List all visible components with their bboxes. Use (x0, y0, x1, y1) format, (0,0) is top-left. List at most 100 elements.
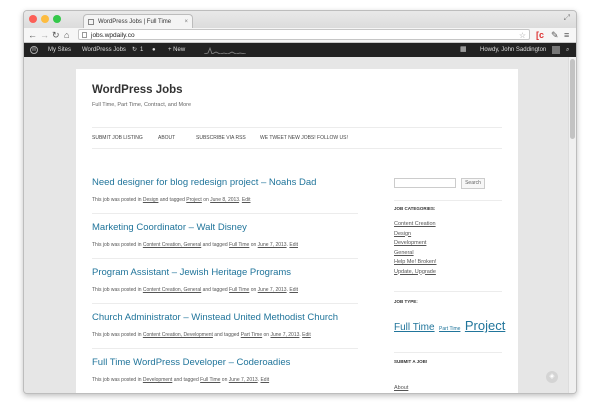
comments-icon[interactable]: ● (152, 43, 156, 57)
tab-strip: WordPress Jobs | Full Time × ⤢ (24, 11, 576, 28)
site-tagline: Full Time, Part Time, Contract, and More (92, 102, 192, 108)
job-meta: This job was posted in Content Creation,… (92, 332, 311, 338)
edit-link[interactable]: Edit (260, 377, 269, 383)
job-post: Full Time WordPress Developer – Coderoad… (92, 357, 358, 383)
bookmark-star-icon[interactable]: ☆ (519, 30, 526, 41)
category-link[interactable]: Content Creation, Development (143, 332, 213, 338)
updates-icon[interactable]: ↻ (132, 43, 137, 57)
search-icon[interactable]: ⌕ (566, 43, 569, 57)
category-link[interactable]: Development (394, 240, 426, 246)
date-link[interactable]: June 7, 2013 (258, 242, 287, 248)
job-title-link[interactable]: Need designer for blog redesign project … (92, 177, 358, 188)
browser-tab[interactable]: WordPress Jobs | Full Time × (83, 14, 193, 28)
about-link-wrapper: About (394, 385, 408, 391)
category-link[interactable]: Help Me! Broken! (394, 259, 437, 265)
address-bar[interactable]: jobs.wpdaily.co ☆ (78, 29, 530, 40)
category-link[interactable]: Update, Upgrade (394, 269, 436, 275)
zoom-window-button[interactable] (53, 15, 61, 23)
post-divider (92, 303, 358, 304)
home-icon[interactable]: ⌂ (64, 29, 69, 41)
post-divider (92, 348, 358, 349)
job-post: Program Assistant – Jewish Heritage Prog… (92, 267, 358, 293)
forward-icon[interactable]: → (40, 29, 49, 41)
nav-about[interactable]: ABOUT (158, 128, 175, 148)
edit-post-fab-icon[interactable]: ◈ (546, 371, 558, 383)
about-link[interactable]: About (394, 385, 408, 391)
job-title-link[interactable]: Church Administrator – Winstead United M… (92, 312, 358, 323)
extension-icon[interactable]: [c (536, 29, 544, 41)
stats-sparkline-icon[interactable] (204, 46, 246, 54)
job-meta: This job was posted in Content Creation,… (92, 242, 298, 248)
category-link[interactable]: General (394, 250, 414, 256)
menu-icon[interactable]: ≡ (564, 29, 569, 41)
site-container: WordPress Jobs Full Time, Part Time, Con… (76, 69, 518, 393)
date-link[interactable]: June 7, 2013 (258, 287, 287, 293)
screen-icon[interactable]: ▦ (460, 43, 467, 57)
tab-title: WordPress Jobs | Full Time (98, 19, 172, 25)
job-categories-title: JOB CATEGORIES: (394, 206, 436, 211)
page-icon (82, 32, 87, 38)
tag-link[interactable]: Part Time (439, 326, 460, 332)
tag-link[interactable]: Project (186, 197, 202, 203)
nav-submit-job-listing[interactable]: SUBMIT JOB LISTING (92, 128, 143, 148)
back-icon[interactable]: ← (28, 29, 37, 41)
search-input[interactable] (394, 178, 456, 188)
edit-link[interactable]: Edit (302, 332, 311, 338)
close-window-button[interactable] (29, 15, 37, 23)
browser-window: WordPress Jobs | Full Time × ⤢ ← → ↻ ⌂ j… (23, 10, 577, 394)
nav-follow-us[interactable]: WE TWEET NEW JOBS! FOLLOW US! (260, 128, 348, 148)
site-title[interactable]: WordPress Jobs (92, 84, 183, 96)
tab-close-icon[interactable]: × (184, 15, 188, 28)
date-link[interactable]: June 7, 2013 (229, 377, 258, 383)
edit-link[interactable]: Edit (289, 242, 298, 248)
fullscreen-icon[interactable]: ⤢ (564, 13, 570, 23)
job-meta: This job was posted in Content Creation,… (92, 287, 298, 293)
job-meta: This job was posted in Development and t… (92, 377, 270, 383)
job-title-link[interactable]: Marketing Coordinator – Walt Disney (92, 222, 358, 233)
tag-link[interactable]: Full Time (394, 322, 435, 333)
tag-link[interactable]: Full Time (200, 377, 220, 383)
wordpress-logo-icon[interactable]: W (30, 46, 38, 54)
job-type-title: JOB TYPE: (394, 299, 418, 304)
search-button[interactable]: Search (461, 178, 485, 189)
widget-divider (394, 291, 502, 292)
reload-icon[interactable]: ↻ (52, 29, 60, 41)
category-link[interactable]: Content Creation, General (143, 287, 201, 293)
job-title-link[interactable]: Full Time WordPress Developer – Coderoad… (92, 357, 358, 368)
category-link[interactable]: Content Creation (394, 221, 436, 227)
howdy-account-link[interactable]: Howdy, John Saddington (480, 43, 546, 57)
tag-link[interactable]: Full Time (229, 287, 249, 293)
category-link[interactable]: Design (394, 231, 411, 237)
avatar[interactable] (552, 46, 560, 54)
job-title-link[interactable]: Program Assistant – Jewish Heritage Prog… (92, 267, 358, 278)
wp-admin-bar: W My Sites WordPress Jobs ↻ 1 ● + New ▦ … (24, 43, 576, 57)
edit-link[interactable]: Edit (289, 287, 298, 293)
updates-count[interactable]: 1 (140, 43, 143, 57)
address-row: ← → ↻ ⌂ jobs.wpdaily.co ☆ [c ✎ ≡ (24, 28, 576, 43)
widget-divider (394, 200, 502, 201)
tag-link[interactable]: Part Time (241, 332, 262, 338)
nav-subscribe-rss[interactable]: SUBSCRIBE VIA RSS (196, 128, 246, 148)
category-link[interactable]: Development (143, 377, 172, 383)
category-link[interactable]: Content Creation, General (143, 242, 201, 248)
tag-link[interactable]: Full Time (229, 242, 249, 248)
date-link[interactable]: June 7, 2013 (270, 332, 299, 338)
date-link[interactable]: June 8, 2013 (210, 197, 239, 203)
edit-link[interactable]: Edit (242, 197, 251, 203)
minimize-window-button[interactable] (41, 15, 49, 23)
post-divider (92, 213, 358, 214)
wrench-icon[interactable]: ✎ (551, 29, 559, 41)
job-categories-list: Content Creation Design Development Gene… (394, 220, 437, 277)
my-sites-link[interactable]: My Sites (48, 43, 71, 57)
site-name-link[interactable]: WordPress Jobs (82, 43, 126, 57)
scrollbar-thumb[interactable] (570, 59, 575, 139)
category-link[interactable]: Design (143, 197, 159, 203)
job-post: Marketing Coordinator – Walt Disney This… (92, 222, 358, 248)
job-post: Need designer for blog redesign project … (92, 177, 358, 203)
new-content-link[interactable]: + New (168, 43, 185, 57)
tag-link[interactable]: Project (465, 318, 505, 333)
job-post: Church Administrator – Winstead United M… (92, 312, 358, 338)
page-favicon-icon (88, 19, 94, 25)
scrollbar[interactable] (568, 57, 576, 393)
job-type-tag-cloud: Full Time Part Time Project (394, 317, 505, 335)
